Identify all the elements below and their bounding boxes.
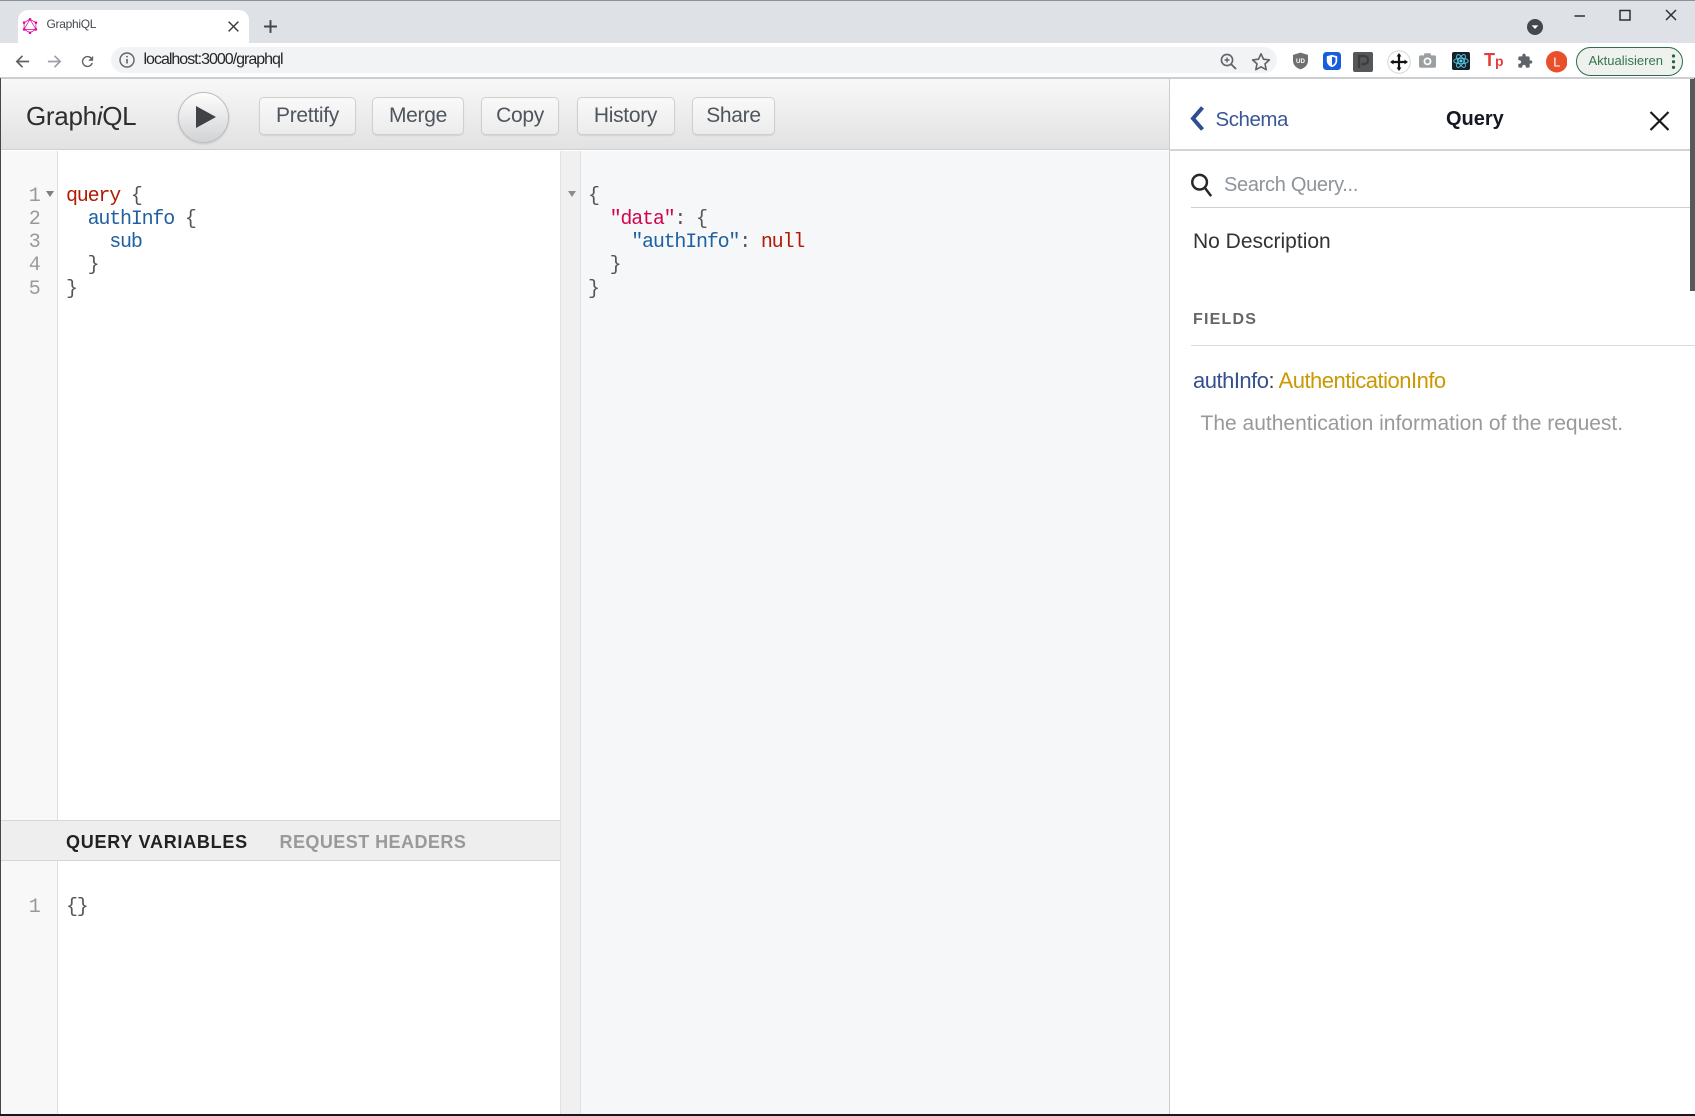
svg-text:L: L	[1553, 55, 1560, 69]
svg-text:UD: UD	[1296, 58, 1305, 65]
